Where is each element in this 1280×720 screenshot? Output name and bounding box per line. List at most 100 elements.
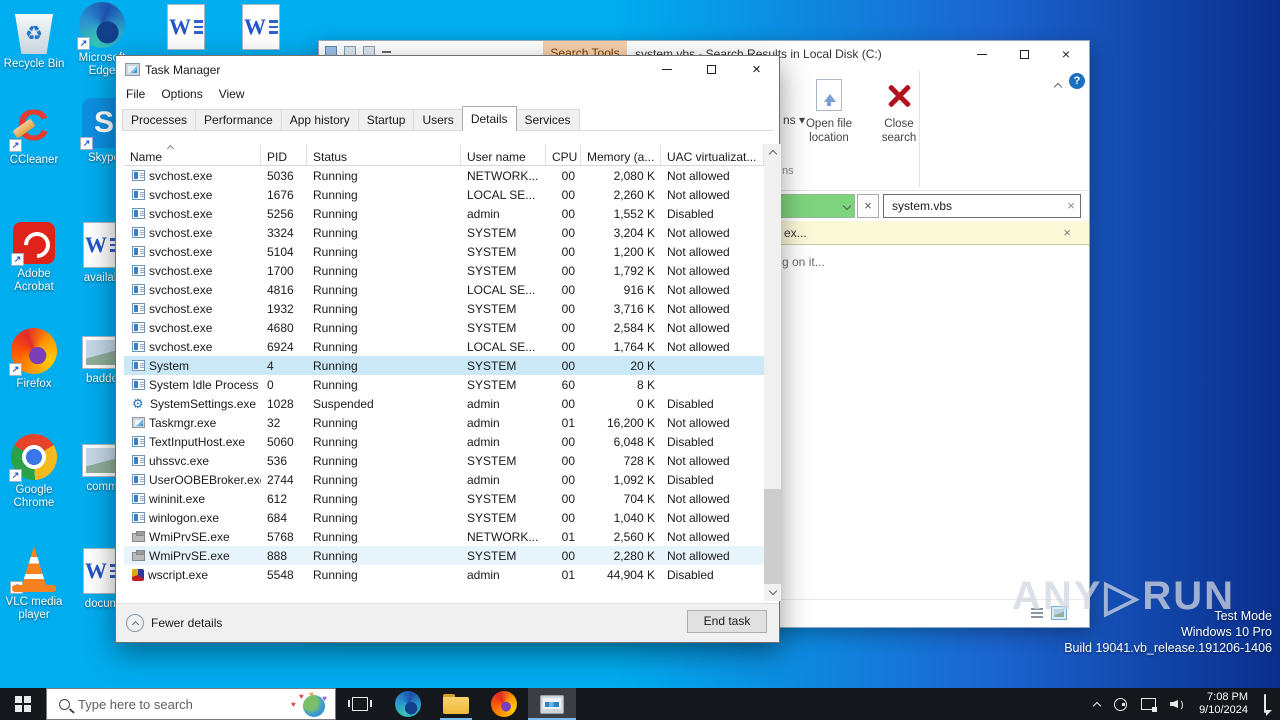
tray-overflow-button[interactable] <box>1087 688 1107 720</box>
process-row-svchost-exe-1700[interactable]: svchost.exe 1700 Running SYSTEM 00 1,792 K Not… <box>124 261 764 280</box>
taskbar-task-manager-button[interactable] <box>528 688 576 720</box>
cell-uac: Not allowed <box>667 548 730 563</box>
explorer-search-box[interactable]: × <box>883 194 1081 218</box>
desktop-icon-word-doc-2[interactable]: W <box>229 4 293 50</box>
ribbon-collapse-icon[interactable] <box>1053 77 1063 95</box>
taskbar-file-explorer-button[interactable] <box>432 688 480 720</box>
process-row-svchost-exe-5256[interactable]: svchost.exe 5256 Running admin 00 1,552 K Disa… <box>124 204 764 223</box>
column-header-uac-virtualizat-[interactable]: UAC virtualizat... <box>661 144 764 165</box>
process-row-wmiprvse-exe-888[interactable]: WmiPrvSE.exe 888 Running SYSTEM 00 2,280 K Not… <box>124 546 764 565</box>
volume-icon[interactable] <box>1163 688 1191 720</box>
help-icon[interactable]: ? <box>1069 73 1085 89</box>
column-header-status[interactable]: Status <box>307 144 461 165</box>
process-row-uhssvc-exe-536[interactable]: uhssvc.exe 536 Running SYSTEM 00 728 K Not all… <box>124 451 764 470</box>
process-row-wininit-exe-612[interactable]: wininit.exe 612 Running SYSTEM 00 704 K Not al… <box>124 489 764 508</box>
scroll-down-icon[interactable] <box>764 584 781 601</box>
search-highlight-doodle[interactable]: ♥ ♥ ♥ ♥ <box>289 690 329 718</box>
explorer-maximize-button[interactable] <box>1003 41 1045 67</box>
address-dropdown-icon[interactable] <box>842 201 852 211</box>
taskbar-firefox-button[interactable] <box>480 688 528 720</box>
tm-menu-options[interactable]: Options <box>153 87 210 101</box>
desktop-icon-ccleaner[interactable]: ↗ CCleaner <box>2 102 66 167</box>
taskbar-search-box[interactable]: Type here to search ♥ ♥ ♥ ♥ <box>46 688 336 720</box>
notice-close-icon[interactable]: × <box>1063 221 1071 245</box>
end-task-button[interactable]: End task <box>687 610 767 633</box>
task-view-button[interactable] <box>336 688 384 720</box>
process-row-svchost-exe-5036[interactable]: svchost.exe 5036 Running NETWORK... 00 2,080 … <box>124 166 764 185</box>
process-row-wscript-exe-5548[interactable]: wscript.exe 5548 Running admin 01 44,904 K Dis… <box>124 565 764 584</box>
process-row-svchost-exe-1676[interactable]: svchost.exe 1676 Running LOCAL SE... 00 2,260… <box>124 185 764 204</box>
tm-minimize-button[interactable] <box>644 56 689 83</box>
scroll-up-icon[interactable] <box>764 144 781 161</box>
column-header-name[interactable]: Name <box>124 144 261 165</box>
process-row-svchost-exe-1932[interactable]: svchost.exe 1932 Running SYSTEM 00 3,716 K Not… <box>124 299 764 318</box>
tab-services[interactable]: Services <box>515 109 580 130</box>
desktop-icon-recycle-bin[interactable]: Recycle Bin <box>2 14 66 71</box>
taskbar-clock[interactable]: 7:08 PM 9/10/2024 <box>1191 691 1256 717</box>
column-header-memory-a-[interactable]: Memory (a... <box>581 144 661 165</box>
process-row-system-idle-process-0[interactable]: System Idle Process 0 Running SYSTEM 60 8 K <box>124 375 764 394</box>
sort-ascending-icon <box>166 144 175 153</box>
tm-scrollbar[interactable] <box>764 144 781 601</box>
explorer-search-input[interactable] <box>884 195 1080 217</box>
process-row-winlogon-exe-684[interactable]: winlogon.exe 684 Running SYSTEM 00 1,040 K Not… <box>124 508 764 527</box>
process-row-system-4[interactable]: System 4 Running SYSTEM 00 20 K <box>124 356 764 375</box>
tab-startup[interactable]: Startup <box>357 109 415 130</box>
process-row-taskmgr-exe-32[interactable]: Taskmgr.exe 32 Running admin 01 16,200 K Not a… <box>124 413 764 432</box>
cell-cpu: 60 <box>561 377 575 392</box>
desktop-icon-vlc[interactable]: ↗ VLC media player <box>2 546 66 622</box>
process-row-textinputhost-exe-5060[interactable]: TextInputHost.exe 5060 Running admin 00 6,048… <box>124 432 764 451</box>
process-row-svchost-exe-4680[interactable]: svchost.exe 4680 Running SYSTEM 00 2,584 K Not… <box>124 318 764 337</box>
tm-close-button[interactable]: × <box>734 56 779 83</box>
tm-menu-file[interactable]: File <box>118 87 153 101</box>
explorer-minimize-button[interactable] <box>961 41 1003 67</box>
tab-users[interactable]: Users <box>413 109 463 130</box>
cell-status: Running <box>313 377 358 392</box>
process-name: uhssvc.exe <box>149 453 210 468</box>
cell-memory: 1,200 K <box>613 244 655 259</box>
clear-search-icon[interactable]: × <box>1067 198 1075 213</box>
cell-memory: 1,792 K <box>613 263 655 278</box>
shortcut-arrow-icon: ↗ <box>11 253 24 266</box>
tm-maximize-button[interactable] <box>689 56 734 83</box>
taskbar-edge-button[interactable] <box>384 688 432 720</box>
qat-customize-icon[interactable] <box>382 51 391 53</box>
tab-performance[interactable]: Performance <box>195 109 282 130</box>
process-row-svchost-exe-3324[interactable]: svchost.exe 3324 Running SYSTEM 00 3,204 K Not… <box>124 223 764 242</box>
process-row-useroobebroker-exe-2744[interactable]: UserOOBEBroker.exe 2744 Running admin 00 1,09… <box>124 470 764 489</box>
tab-app-history[interactable]: App history <box>280 109 359 130</box>
tab-processes[interactable]: Processes <box>122 109 197 130</box>
action-center-button[interactable] <box>1256 694 1280 713</box>
process-row-svchost-exe-4816[interactable]: svchost.exe 4816 Running LOCAL SE... 00 916 K… <box>124 280 764 299</box>
column-header-user-name[interactable]: User name <box>461 144 546 165</box>
desktop-icon-word-doc-1[interactable]: W <box>154 4 218 50</box>
cell-memory: 0 K <box>636 396 655 411</box>
tm-titlebar: Task Manager × <box>116 56 779 83</box>
fewer-details-button[interactable]: Fewer details <box>126 614 222 632</box>
column-header-pid[interactable]: PID <box>261 144 307 165</box>
column-header-cpu[interactable]: CPU <box>546 144 581 165</box>
stop-refresh-button[interactable]: × <box>857 194 879 218</box>
tab-details[interactable]: Details <box>461 106 517 131</box>
process-row-svchost-exe-5104[interactable]: svchost.exe 5104 Running SYSTEM 00 1,200 K Not… <box>124 242 764 261</box>
process-icon <box>132 568 144 581</box>
tray-status-icon[interactable] <box>1107 688 1134 720</box>
process-row-wmiprvse-exe-5768[interactable]: WmiPrvSE.exe 5768 Running NETWORK... 01 2,560… <box>124 527 764 546</box>
explorer-close-button[interactable]: × <box>1045 41 1087 67</box>
network-icon[interactable] <box>1134 688 1163 720</box>
scrollbar-thumb[interactable] <box>764 489 781 584</box>
thumbnail-view-icon[interactable] <box>1051 606 1067 620</box>
cell-memory: 704 K <box>623 491 655 506</box>
start-button[interactable] <box>0 688 46 720</box>
tm-menu-view[interactable]: View <box>211 87 253 101</box>
process-row-systemsettings-exe-1028[interactable]: ⚙ SystemSettings.exe 1028 Suspended admin 00 0… <box>124 394 764 413</box>
cell-name: svchost.exe <box>124 283 261 297</box>
desktop-icon-firefox[interactable]: ↗ Firefox <box>2 328 66 391</box>
desktop-icon-google-chrome[interactable]: ↗ Google Chrome <box>2 434 66 510</box>
cell-name: WmiPrvSE.exe <box>124 530 261 544</box>
close-search-button[interactable]: Close search <box>867 75 931 185</box>
details-view-icon[interactable] <box>1029 606 1045 620</box>
desktop-icon-adobe-acrobat[interactable]: ↗ Adobe Acrobat <box>2 222 66 294</box>
process-row-svchost-exe-6924[interactable]: svchost.exe 6924 Running LOCAL SE... 00 1,764… <box>124 337 764 356</box>
open-file-location-button[interactable]: Open file location <box>797 75 861 185</box>
